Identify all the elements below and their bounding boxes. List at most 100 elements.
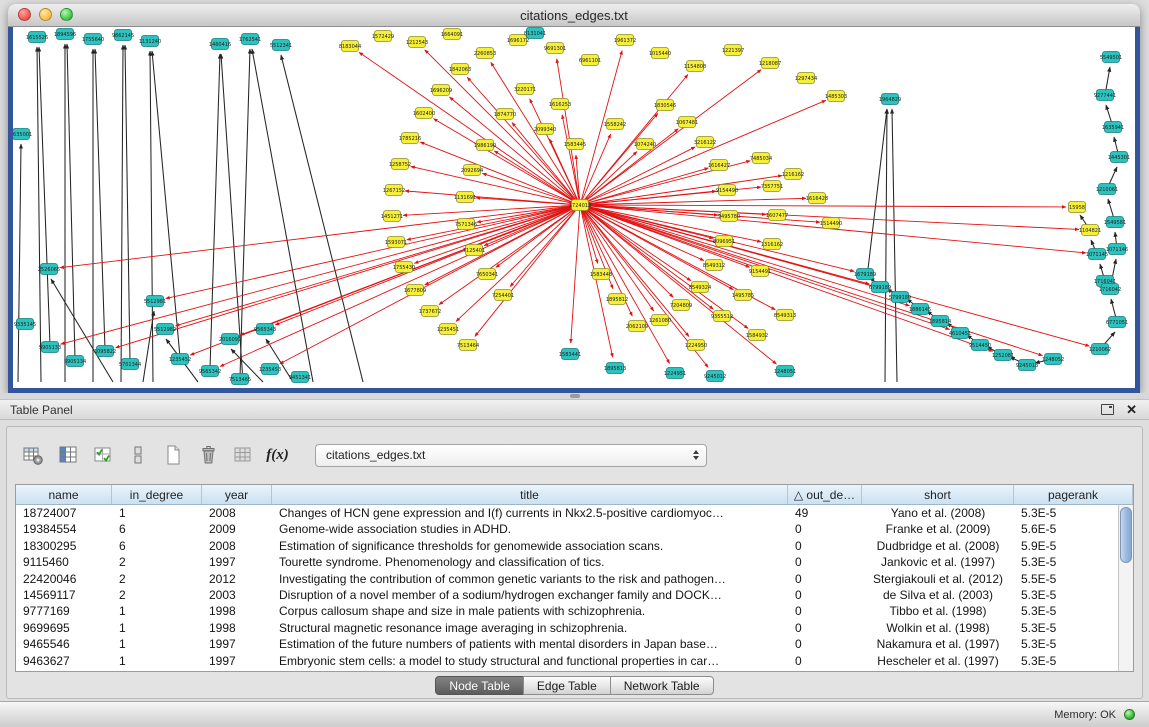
graph-node[interactable]: 1830546 [654,100,676,111]
graph-edge-red[interactable] [60,205,580,268]
graph-edge-black[interactable] [95,49,105,349]
graph-node[interactable]: 3220171 [514,84,536,95]
graph-node[interactable]: 1762541 [239,34,261,45]
table-row[interactable]: 969969511998Structural magnetic resonanc… [16,620,1133,636]
table-cell[interactable]: Franke et al. (2009) [862,521,1014,537]
graph-node[interactable]: 1616427 [708,160,730,171]
graph-node[interactable]: 1607477 [766,210,788,221]
graph-edge-red[interactable] [580,176,782,205]
table-cell[interactable]: Disruption of a novel member of a sodium… [272,587,788,603]
graph-edge-red[interactable] [580,74,688,205]
graph-node[interactable]: 9154491 [749,266,771,277]
graph-node[interactable]: 9335145 [14,319,36,330]
graph-node[interactable]: 1558242 [604,119,626,130]
table-cell[interactable]: 2003 [202,587,272,603]
graph-node[interactable]: 9245012 [704,371,726,382]
table-cell[interactable]: 6 [112,538,202,554]
table-cell[interactable]: 14569117 [16,587,112,603]
table-cell[interactable]: 0 [788,538,862,554]
graph-edge-black[interactable] [892,109,897,382]
graph-node[interactable]: 2099340 [534,124,556,135]
graph-node[interactable]: 1235453 [259,364,281,375]
graph-node[interactable]: 5905133 [39,342,61,353]
graph-edge-red[interactable] [420,142,580,205]
table-cell[interactable]: Estimation of significance thresholds fo… [272,538,788,554]
table-cell[interactable]: 1 [112,636,202,652]
network-canvas[interactable]: 1842063169620916024001785216125875212671… [13,27,1135,388]
graph-edge-black[interactable] [240,49,250,377]
graph-node[interactable]: 7254401 [492,290,514,301]
graph-node[interactable]: 1842063 [449,64,471,75]
table-cell[interactable]: 1998 [202,603,272,619]
table-cell[interactable]: de Silva et al. (2003) [862,587,1014,603]
graph-node[interactable]: 3451341 [289,372,311,383]
graph-node[interactable]: 8131041 [524,28,546,39]
table-cell[interactable]: Tibbo et al. (1998) [862,603,1014,619]
close-window-icon[interactable] [18,8,31,21]
table-cell[interactable]: Tourette syndrome. Phenomenology and cla… [272,554,788,570]
graph-edge-red[interactable] [61,205,580,344]
graph-node[interactable]: 1071146 [1106,244,1128,255]
graph-node[interactable]: 1635001 [13,129,32,140]
table-cell[interactable]: 49 [788,505,862,521]
table-cell[interactable]: Changes of HCN gene expression and I(f) … [272,505,788,521]
table-cell[interactable]: 0 [788,620,862,636]
graph-node[interactable]: 1095822 [94,346,116,357]
table-cell[interactable]: 2 [112,587,202,603]
table-row[interactable]: 946554611997Estimation of the future num… [16,636,1133,652]
graph-node[interactable]: 2016091 [219,334,241,345]
close-panel-icon[interactable]: ✕ [1126,403,1137,416]
graph-node[interactable]: 1895813 [604,363,626,374]
table-cell[interactable]: Genome-wide association studies in ADHD. [272,521,788,537]
graph-node[interactable]: 6799189 [869,282,891,293]
column-header-year[interactable]: year [202,485,272,504]
column-header-out_de[interactable]: △ out_de… [788,485,862,504]
graph-node[interactable]: 1258752 [389,159,411,170]
graph-edge-black[interactable] [121,45,123,382]
graph-edge-black[interactable] [18,144,21,382]
graph-node[interactable]: 1616428 [806,193,828,204]
table-cell[interactable]: 9463627 [16,653,112,669]
graph-node[interactable]: 2062109 [626,321,648,332]
graph-node[interactable]: 1549581 [1104,217,1126,228]
graph-node[interactable]: 1235451 [437,324,459,335]
graph-node[interactable]: 1514490 [820,218,842,229]
graph-node[interactable]: 5905134 [64,356,86,367]
graph-edge-black[interactable] [152,51,180,357]
table-cell[interactable]: 2008 [202,538,272,554]
column-header-name[interactable]: name [16,485,112,504]
graph-edge-red[interactable] [116,205,580,348]
graph-node[interactable]: 7571346 [455,219,477,230]
table-cell[interactable]: Corpus callosum shape and size in male p… [272,603,788,619]
table-cell[interactable]: 9699695 [16,620,112,636]
graph-node[interactable]: 6771051 [1106,317,1128,328]
graph-node[interactable]: 5512982 [154,324,176,335]
graph-node[interactable]: 1460416 [209,39,231,50]
graph-node[interactable]: 1485303 [825,91,847,102]
table-cell[interactable]: 5.3E-5 [1014,554,1133,570]
table-cell[interactable]: 19384554 [16,521,112,537]
graph-node[interactable]: 7125401 [463,245,485,256]
graph-node[interactable]: 8183044 [339,41,361,52]
table-row[interactable]: 1938455462009Genome-wide association stu… [16,521,1133,537]
table-cell[interactable]: Hescheler et al. (1997) [862,653,1014,669]
graph-node[interactable]: 1583448 [590,269,612,280]
graph-node[interactable]: 1131691 [454,192,476,203]
column-header-pagerank[interactable]: pagerank [1014,485,1133,504]
table-row[interactable]: 1872400712008Changes of HCN gene express… [16,505,1133,521]
graph-node[interactable]: 1986190 [474,140,496,151]
graph-node[interactable]: 9862145 [112,30,134,41]
table-cell[interactable]: 0 [788,636,862,652]
graph-node[interactable]: 1724012 [569,200,591,211]
graph-node[interactable]: 15958 [1069,202,1086,213]
float-panel-button[interactable] [1101,404,1114,415]
table-selector-dropdown[interactable]: citations_edges.txt [315,444,707,467]
graph-edge-black[interactable] [221,54,243,382]
table-cell[interactable]: Estimation of the future numbers of pati… [272,636,788,652]
graph-node[interactable]: 1874770 [494,109,516,120]
table-cell[interactable]: 22420046 [16,571,112,587]
graph-node[interactable]: 1074240 [634,139,656,150]
function-builder-button[interactable]: f(x) [264,442,291,469]
graph-node[interactable]: 1210061 [1096,184,1118,195]
table-cell[interactable]: 0 [788,554,862,570]
